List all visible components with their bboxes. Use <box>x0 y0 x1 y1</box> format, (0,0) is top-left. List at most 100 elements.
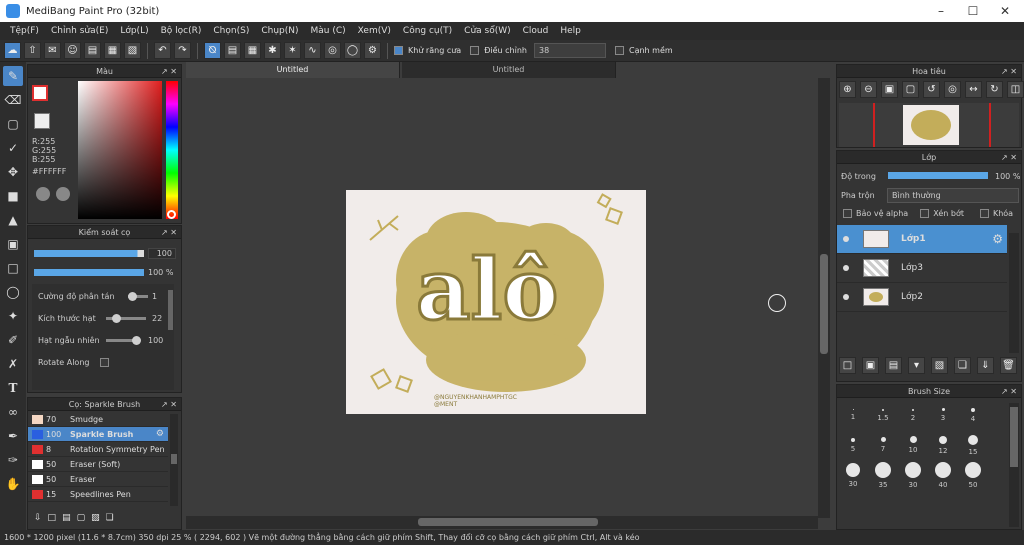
brush-size-scrollbar[interactable] <box>1009 403 1019 527</box>
brush-size-value[interactable]: 100 <box>148 248 176 259</box>
gradient-icon[interactable]: ▣ <box>3 234 23 254</box>
brush-size-cell[interactable]: 30 <box>899 461 927 489</box>
brush-size-cell[interactable]: 30 <box>839 461 867 489</box>
visibility-icon[interactable] <box>843 294 849 300</box>
menu-select[interactable]: Chọn(S) <box>207 26 255 36</box>
hand-icon[interactable]: ✋ <box>3 474 23 494</box>
panel-buttons-icon[interactable]: ↗ ✕ <box>1001 385 1017 398</box>
menu-view[interactable]: Xem(V) <box>352 26 397 36</box>
magic-wand-icon[interactable]: ✦ <box>3 306 23 326</box>
layer-opacity-slider[interactable] <box>887 171 989 180</box>
menu-tools[interactable]: Công cụ(T) <box>397 26 458 36</box>
param-knob[interactable] <box>132 336 141 345</box>
brush-size-cell[interactable]: 7 <box>869 431 897 459</box>
adjust-checkbox[interactable] <box>470 46 480 55</box>
fit-icon[interactable]: ▣ <box>881 81 898 98</box>
panel-buttons-icon[interactable]: ↗ ✕ <box>161 65 177 78</box>
fill-rect-icon[interactable]: ■ <box>3 186 23 206</box>
layer-item-active[interactable]: Lớp1 ⚙ <box>837 225 1007 254</box>
shape-icon[interactable]: ▢ <box>3 114 23 134</box>
antialias-checkbox[interactable] <box>394 46 403 55</box>
menu-snap[interactable]: Chụp(N) <box>255 26 304 36</box>
layer-item[interactable]: Lớp3 <box>837 254 1007 283</box>
brush-size-cell[interactable]: 12 <box>929 431 957 459</box>
menu-cloud[interactable]: Cloud <box>517 26 555 36</box>
hue-slider[interactable] <box>166 81 178 219</box>
undo-icon[interactable]: ↶ <box>154 42 171 59</box>
menu-filter[interactable]: Bộ lọc(R) <box>155 26 208 36</box>
grid-icon[interactable]: ▦ <box>104 42 121 59</box>
new-8bit-layer-icon[interactable]: ▤ <box>885 357 902 374</box>
close-button[interactable]: ✕ <box>988 0 1022 22</box>
brush-size-cell[interactable]: 1.5 <box>869 401 897 429</box>
brush-size-cell[interactable]: 2 <box>899 401 927 429</box>
divide-icon[interactable]: ∞ <box>3 402 23 422</box>
page-icon[interactable]: ▤ <box>84 42 101 59</box>
select-eraser-icon[interactable]: ✗ <box>3 354 23 374</box>
flip-icon[interactable]: ↔ <box>965 81 982 98</box>
menu-help[interactable]: Help <box>554 26 587 36</box>
brush-item[interactable]: 15 Speedlines Pen <box>28 487 168 502</box>
layers-scrollbar[interactable] <box>1009 233 1019 353</box>
snap-grid-icon[interactable]: ▦ <box>244 42 261 59</box>
brush-item-active[interactable]: 100 Sparkle Brush ⚙ <box>28 427 168 442</box>
visibility-icon[interactable] <box>843 265 849 271</box>
protect-alpha-checkbox[interactable] <box>843 209 852 218</box>
new-halftone-layer-icon[interactable]: ▣ <box>862 357 879 374</box>
primary-color-swatch[interactable] <box>32 85 48 101</box>
canvas-paper[interactable]: alô @NGUYENKHANHAMPHTGC @MENT <box>346 190 646 414</box>
brush-duplicate-icon[interactable]: ▢ <box>77 513 86 523</box>
document-area[interactable]: Untitled Untitled alô @NGUYENKHANHAMPHTG… <box>186 62 832 530</box>
mirror-icon[interactable]: ◫ <box>1007 81 1024 98</box>
snap-vanishing-icon[interactable]: ✶ <box>284 42 301 59</box>
pen-icon[interactable]: ✑ <box>3 450 23 470</box>
panel-buttons-icon[interactable]: ↗ ✕ <box>1001 151 1017 164</box>
snap-off-icon[interactable]: ⦰ <box>204 42 221 59</box>
eraser-icon[interactable]: ⌫ <box>3 90 23 110</box>
snap-curve-icon[interactable]: ∿ <box>304 42 321 59</box>
redo-icon[interactable]: ↷ <box>174 42 191 59</box>
param-knob[interactable] <box>128 292 137 301</box>
horizontal-scrollbar[interactable] <box>186 516 818 529</box>
rotate-left-icon[interactable]: ↺ <box>923 81 940 98</box>
add-layer-menu-icon[interactable]: ▾ <box>908 357 925 374</box>
visibility-icon[interactable] <box>843 236 849 242</box>
bucket-icon[interactable]: ▲ <box>3 210 23 230</box>
brush-new-icon[interactable]: □ <box>48 513 57 523</box>
brush-item[interactable]: 50 Eraser (Soft) <box>28 457 168 472</box>
team-icon[interactable]: ☺ <box>64 42 81 59</box>
merge-layer-icon[interactable]: ⇓ <box>977 357 994 374</box>
delete-layer-icon[interactable]: 🗑 <box>1000 357 1017 374</box>
blend-mode-select[interactable]: Bình thường <box>887 188 1019 203</box>
brush-size-cell[interactable]: 3 <box>929 401 957 429</box>
brush-size-cell[interactable]: 5 <box>839 431 867 459</box>
brush-size-cell[interactable]: 1 <box>839 401 867 429</box>
snap-radial-icon[interactable]: ✱ <box>264 42 281 59</box>
snap-ellipse-icon[interactable]: ◎ <box>324 42 341 59</box>
snap-settings-icon[interactable]: ⚙ <box>364 42 381 59</box>
lock-checkbox[interactable] <box>979 209 989 218</box>
vertical-scrollbar[interactable] <box>818 78 830 518</box>
navigator-preview[interactable] <box>839 103 1019 147</box>
lasso-icon[interactable]: ◯ <box>3 282 23 302</box>
zoom-in-icon[interactable]: ⊕ <box>839 81 856 98</box>
menu-layer[interactable]: Lớp(L) <box>114 26 154 36</box>
brush-size-cell[interactable]: 10 <box>899 431 927 459</box>
cloud-icon[interactable]: ☁ <box>4 42 21 59</box>
brush-folder-icon[interactable]: ▧ <box>91 513 100 523</box>
menu-color[interactable]: Màu (C) <box>305 26 352 36</box>
brush-size-cell[interactable]: 35 <box>869 461 897 489</box>
tab-untitled-1[interactable]: Untitled <box>186 62 400 78</box>
menu-window[interactable]: Cửa sổ(W) <box>458 26 516 36</box>
menu-file[interactable]: Tệp(F) <box>4 26 45 36</box>
check-icon[interactable]: ✓ <box>3 138 23 158</box>
upload-icon[interactable]: ⇧ <box>24 42 41 59</box>
brush-list-scrollbar[interactable] <box>170 414 178 506</box>
layer-settings-icon[interactable]: ⚙ <box>992 232 1003 246</box>
palette-icon[interactable] <box>36 187 50 201</box>
folder-icon[interactable]: ▧ <box>931 357 948 374</box>
params-scrollbar[interactable] <box>168 290 173 330</box>
brush-download-icon[interactable]: ⇩ <box>34 513 42 523</box>
select-icon[interactable]: □ <box>3 258 23 278</box>
select-pen-icon[interactable]: ✐ <box>3 330 23 350</box>
